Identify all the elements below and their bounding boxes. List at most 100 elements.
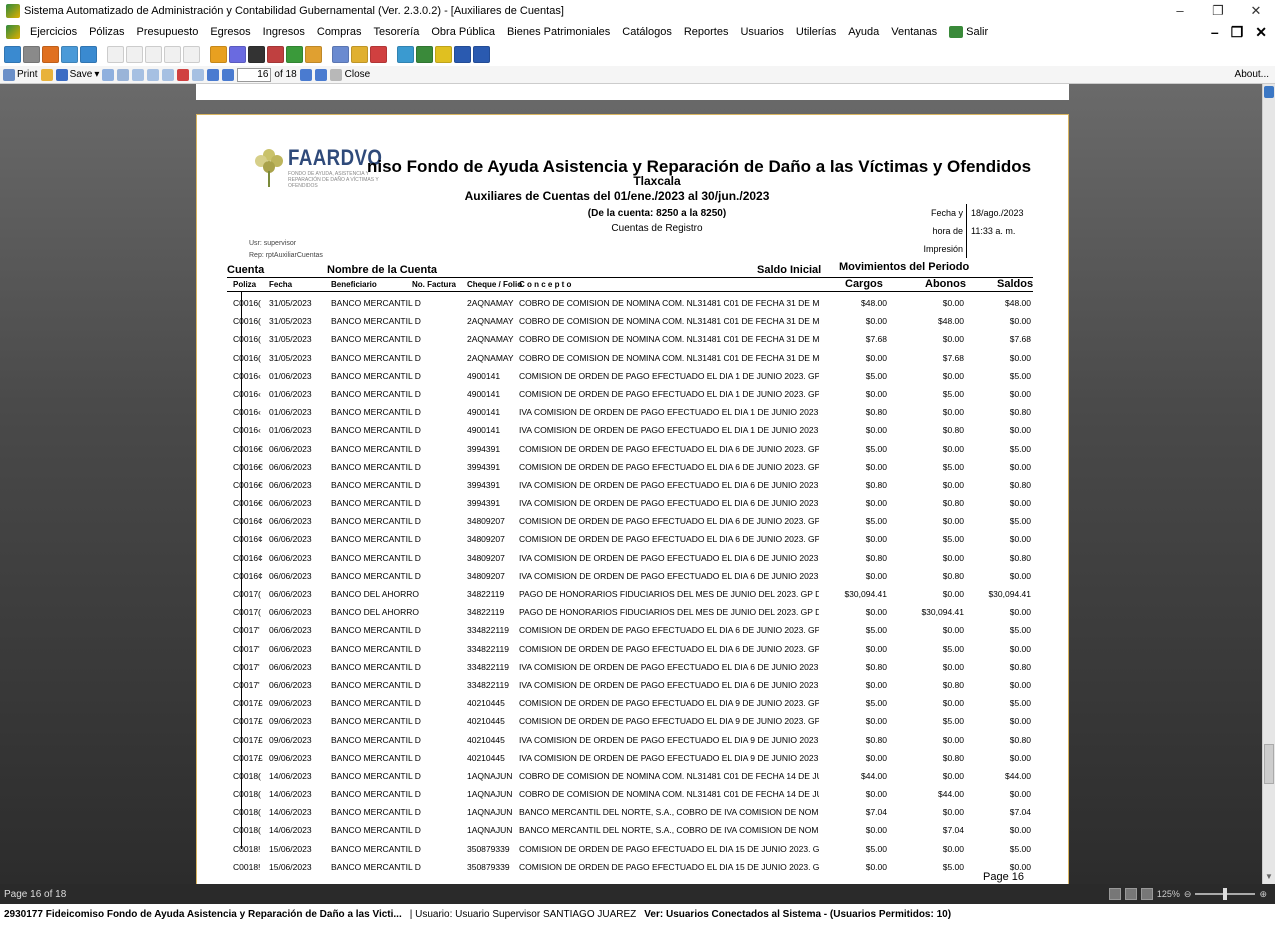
about-link[interactable]: About... bbox=[1235, 69, 1275, 80]
menu-item-ayuda[interactable]: Ayuda bbox=[842, 26, 885, 38]
menu-item-egresos[interactable]: Egresos bbox=[204, 26, 256, 38]
vertical-scrollbar[interactable]: ▼ bbox=[1262, 84, 1275, 884]
e-icon[interactable] bbox=[145, 45, 162, 63]
single-view-icon[interactable] bbox=[1108, 888, 1121, 900]
print-button[interactable]: Print bbox=[3, 68, 38, 81]
map-icon[interactable] bbox=[286, 45, 303, 63]
report-page: FAARDVO FONDO DE AYUDA, ASISTENCIA Y REP… bbox=[196, 114, 1069, 884]
previous-page-icon[interactable] bbox=[222, 68, 235, 81]
zoom-in-icon[interactable]: ⊕ bbox=[1259, 889, 1267, 900]
restore-button[interactable]: ❐ bbox=[1199, 3, 1237, 19]
zoom-out-icon[interactable]: ⊖ bbox=[1184, 889, 1192, 900]
cell-beneficiario: BANCO MERCANTIL DE bbox=[331, 679, 421, 690]
close-button[interactable]: ✕ bbox=[1237, 3, 1275, 19]
copy-icon[interactable] bbox=[23, 45, 40, 63]
box-icon[interactable] bbox=[305, 45, 322, 63]
note-icon[interactable] bbox=[435, 45, 452, 63]
calendar-icon[interactable] bbox=[332, 45, 349, 63]
bell-icon[interactable] bbox=[370, 45, 387, 63]
refresh-icon[interactable] bbox=[4, 45, 21, 63]
cell-concepto: COMISION DE ORDEN DE PAGO EFECTUADO EL D… bbox=[519, 698, 819, 709]
cube-icon[interactable] bbox=[416, 45, 433, 63]
cell-cargos: $0.80 bbox=[865, 734, 887, 745]
mdi-minimize-button[interactable]: – bbox=[1211, 24, 1219, 41]
menu-item-reportes[interactable]: Reportes bbox=[678, 26, 735, 38]
form-icon[interactable] bbox=[61, 45, 78, 63]
header-factura: No. Factura bbox=[412, 280, 457, 289]
cell-saldos: $0.80 bbox=[1009, 734, 1031, 745]
first-page-icon[interactable] bbox=[207, 68, 220, 81]
email-icon[interactable] bbox=[102, 68, 115, 81]
menu-item-usuarios[interactable]: Usuarios bbox=[734, 26, 789, 38]
close-button[interactable]: Close bbox=[345, 69, 371, 80]
menu-item-utilerias[interactable]: Utilerías bbox=[790, 26, 842, 38]
menu-item-bienes-patrimoniales[interactable]: Bienes Patrimoniales bbox=[501, 26, 616, 38]
watermark-icon[interactable] bbox=[192, 68, 205, 81]
chart-icon[interactable] bbox=[267, 45, 284, 63]
zoom-slider[interactable] bbox=[1195, 888, 1256, 900]
cell-concepto: IVA COMISION DE ORDEN DE PAGO EFECTUADO … bbox=[519, 425, 819, 436]
cell-beneficiario: BANCO MERCANTIL DE bbox=[331, 352, 421, 363]
menu-item-salir[interactable]: Salir bbox=[943, 26, 994, 39]
minimize-button[interactable]: – bbox=[1161, 3, 1199, 19]
mdi-restore-button[interactable]: ❐ bbox=[1231, 24, 1244, 41]
cell-fecha: 09/06/2023 bbox=[269, 716, 312, 727]
cell-cheque: 2AQNAMAY bbox=[467, 334, 514, 345]
scroll-up-icon[interactable] bbox=[1264, 86, 1274, 98]
users-icon[interactable] bbox=[42, 45, 59, 63]
cell-cargos: $0.80 bbox=[865, 661, 887, 672]
tools-icon[interactable] bbox=[229, 45, 246, 63]
help-icon[interactable] bbox=[473, 45, 490, 63]
zoom-level: 125% bbox=[1156, 889, 1180, 899]
full-screen-icon[interactable] bbox=[162, 68, 175, 81]
menu-item-obra-publica[interactable]: Obra Pública bbox=[425, 26, 501, 38]
connected-users-link[interactable]: Ver: Usuarios Conectados al Sistema - (U… bbox=[644, 909, 951, 920]
save-icon[interactable] bbox=[454, 45, 471, 63]
g-icon[interactable] bbox=[183, 45, 200, 63]
cell-saldos: $0.00 bbox=[1009, 461, 1031, 472]
menu-item-ingresos[interactable]: Ingresos bbox=[257, 26, 311, 38]
close-report-icon[interactable] bbox=[177, 68, 190, 81]
f-icon[interactable] bbox=[164, 45, 181, 63]
tray-icon[interactable] bbox=[397, 45, 414, 63]
report-icon[interactable] bbox=[210, 45, 227, 63]
cell-concepto: COMISION DE ORDEN DE PAGO EFECTUADO EL D… bbox=[519, 516, 819, 527]
calc-icon[interactable] bbox=[248, 45, 265, 63]
tree-icon[interactable] bbox=[351, 45, 368, 63]
page-number-input[interactable] bbox=[237, 67, 272, 82]
c-icon[interactable] bbox=[107, 45, 124, 63]
report-viewer-toolbar: Print Save▾ of 18 Close About... bbox=[0, 66, 1275, 84]
scroll-down-icon[interactable]: ▼ bbox=[1264, 872, 1274, 882]
multi-view-icon[interactable] bbox=[1140, 888, 1153, 900]
list-icon[interactable] bbox=[80, 45, 97, 63]
table-row: C0017£ 09/06/2023 BANCO MERCANTIL DE 402104… bbox=[227, 695, 1033, 713]
cell-saldos: $30,094.41 bbox=[988, 589, 1031, 599]
single-page-icon[interactable] bbox=[132, 68, 145, 81]
scroll-thumb[interactable] bbox=[1264, 744, 1274, 784]
close-doc-icon[interactable] bbox=[329, 68, 342, 81]
menu-item-ejercicios[interactable]: Ejercicios bbox=[24, 26, 83, 38]
cell-saldos: $0.80 bbox=[1009, 661, 1031, 672]
menu-item-tesoreria[interactable]: Tesorería bbox=[368, 26, 426, 38]
last-page-icon[interactable] bbox=[314, 68, 327, 81]
menu-item-catalogos[interactable]: Catálogos bbox=[616, 26, 678, 38]
menu-item-presupuesto[interactable]: Presupuesto bbox=[131, 26, 205, 38]
two-page-icon[interactable] bbox=[1124, 888, 1137, 900]
mdi-close-button[interactable]: ✕ bbox=[1255, 24, 1267, 41]
header-fecha: Fecha bbox=[269, 280, 293, 289]
next-page-icon[interactable] bbox=[299, 68, 312, 81]
menu-item-polizas[interactable]: Pólizas bbox=[83, 26, 130, 38]
menu-item-compras[interactable]: Compras bbox=[311, 26, 368, 38]
cell-cheque: 34822119 bbox=[467, 589, 505, 599]
save-button[interactable]: Save ▾ bbox=[55, 68, 99, 81]
cell-fecha: 06/06/2023 bbox=[269, 643, 312, 654]
report-state: Tlaxcala bbox=[633, 174, 681, 188]
open-folder-icon[interactable] bbox=[40, 68, 53, 81]
d-icon[interactable] bbox=[126, 45, 143, 63]
multi-page-icon[interactable] bbox=[147, 68, 160, 81]
menu-item-ventanas[interactable]: Ventanas bbox=[885, 26, 943, 38]
cell-beneficiario: BANCO MERCANTIL DE bbox=[331, 316, 421, 327]
find-icon[interactable] bbox=[117, 68, 130, 81]
cell-abonos: $0.00 bbox=[942, 698, 964, 709]
cell-fecha: 09/06/2023 bbox=[269, 734, 312, 745]
